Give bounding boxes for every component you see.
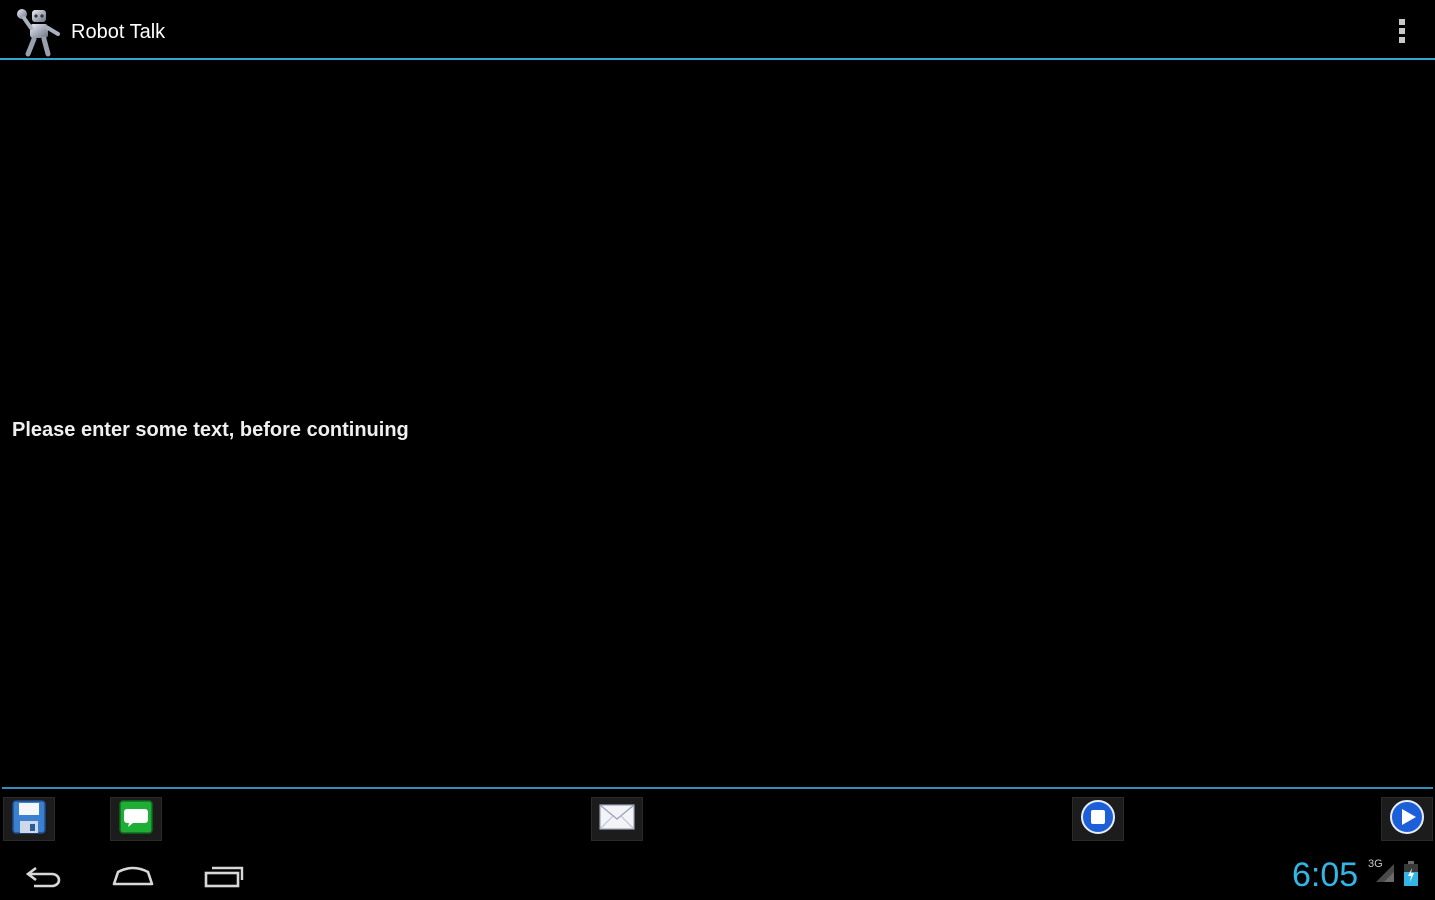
home-icon[interactable] (103, 858, 163, 894)
sms-icon (118, 799, 154, 840)
stop-button[interactable] (1072, 797, 1124, 841)
email-button[interactable] (591, 797, 643, 841)
save-button[interactable] (3, 797, 55, 841)
email-icon (598, 800, 636, 839)
validation-message: Please enter some text, before continuin… (12, 419, 409, 441)
signal-icon (1374, 862, 1396, 884)
battery-charging-icon (1402, 860, 1420, 888)
play-button[interactable] (1381, 797, 1433, 841)
app-title: Robot Talk (71, 21, 166, 43)
screen: Robot Talk Please enter some text, befor… (0, 0, 1435, 900)
toolbar-divider (2, 787, 1433, 789)
recent-apps-icon[interactable] (194, 858, 254, 894)
stop-icon (1080, 799, 1116, 840)
system-nav-bar: 6:05 3G (0, 848, 1435, 900)
clock[interactable]: 6:05 (1292, 856, 1358, 894)
overflow-menu-icon[interactable] (1392, 16, 1412, 46)
back-icon[interactable] (14, 858, 74, 894)
robot-icon[interactable] (14, 6, 64, 58)
save-icon (11, 799, 47, 840)
action-bar: Robot Talk (0, 0, 1435, 60)
sms-button[interactable] (110, 797, 162, 841)
play-icon (1389, 799, 1425, 840)
content-area: Please enter some text, before continuin… (0, 62, 1435, 788)
